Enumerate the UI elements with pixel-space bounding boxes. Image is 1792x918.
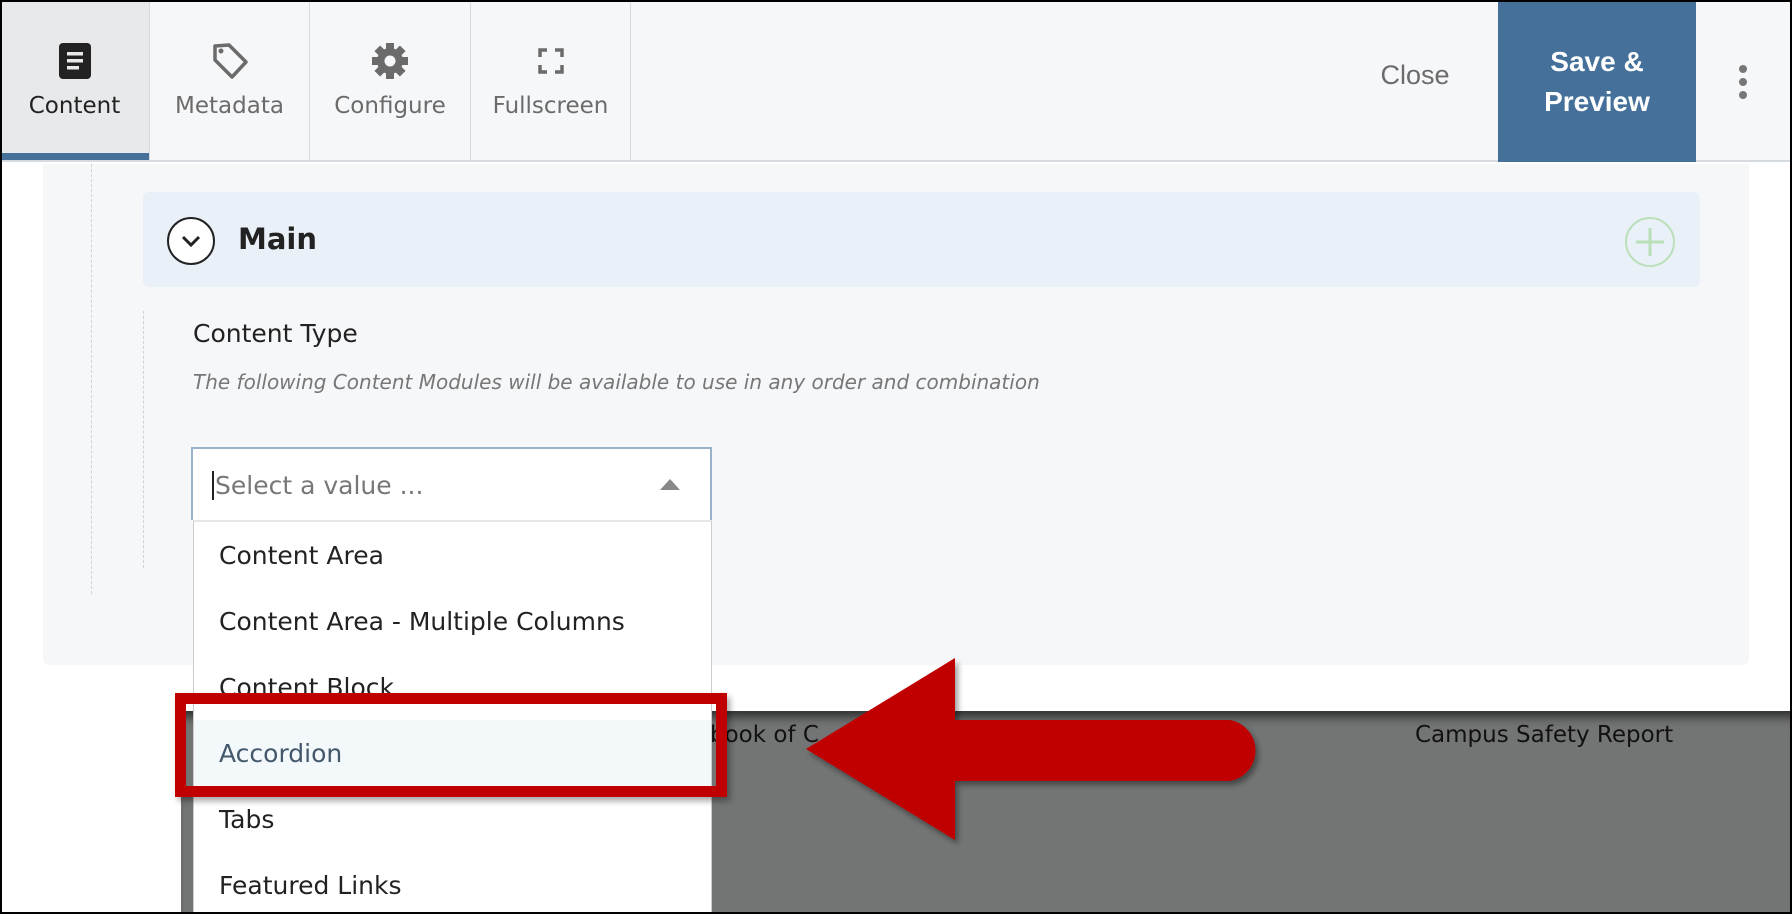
fullscreen-icon xyxy=(537,48,564,74)
option-content-area[interactable]: Content Area xyxy=(194,522,711,588)
close-button[interactable]: Close xyxy=(1370,60,1460,91)
field-description: The following Content Modules will be av… xyxy=(193,370,1040,394)
chevron-down-circle-icon[interactable] xyxy=(166,216,216,266)
editor-toolbar: Content Metadata Configure Fullscreen Cl… xyxy=(0,0,1792,162)
plus-circle-icon[interactable] xyxy=(1624,216,1676,268)
option-content-area-multiple-columns[interactable]: Content Area - Multiple Columns xyxy=(194,588,711,654)
content-type-select[interactable]: Select a value ... xyxy=(191,447,712,520)
nesting-guide xyxy=(91,164,92,594)
tab-label: Configure xyxy=(334,93,446,119)
tab-configure[interactable]: Configure xyxy=(310,0,471,160)
section-header xyxy=(143,192,1700,287)
caret-up-icon[interactable] xyxy=(660,479,680,490)
gear-icon xyxy=(372,43,408,79)
document-icon xyxy=(58,43,91,79)
footer-link: Campus Safety Report xyxy=(1415,722,1674,748)
section-title: Main xyxy=(238,222,318,256)
option-featured-links[interactable]: Featured Links xyxy=(194,852,711,918)
annotation-arrow-icon xyxy=(806,658,1256,840)
tag-icon xyxy=(212,43,248,79)
tab-label: Metadata xyxy=(175,93,284,119)
tab-fullscreen[interactable]: Fullscreen xyxy=(471,0,631,160)
tab-label: Content xyxy=(28,93,121,119)
kebab-icon[interactable] xyxy=(1730,62,1756,102)
annotation-highlight-box xyxy=(175,693,727,797)
tab-label: Fullscreen xyxy=(492,93,609,119)
tab-metadata[interactable]: Metadata xyxy=(150,0,310,160)
save-preview-button[interactable]: Save & Preview xyxy=(1498,2,1696,162)
tab-content[interactable]: Content xyxy=(0,0,150,160)
select-placeholder: Select a value ... xyxy=(212,471,423,500)
field-label: Content Type xyxy=(193,319,358,348)
nesting-guide xyxy=(143,311,144,568)
